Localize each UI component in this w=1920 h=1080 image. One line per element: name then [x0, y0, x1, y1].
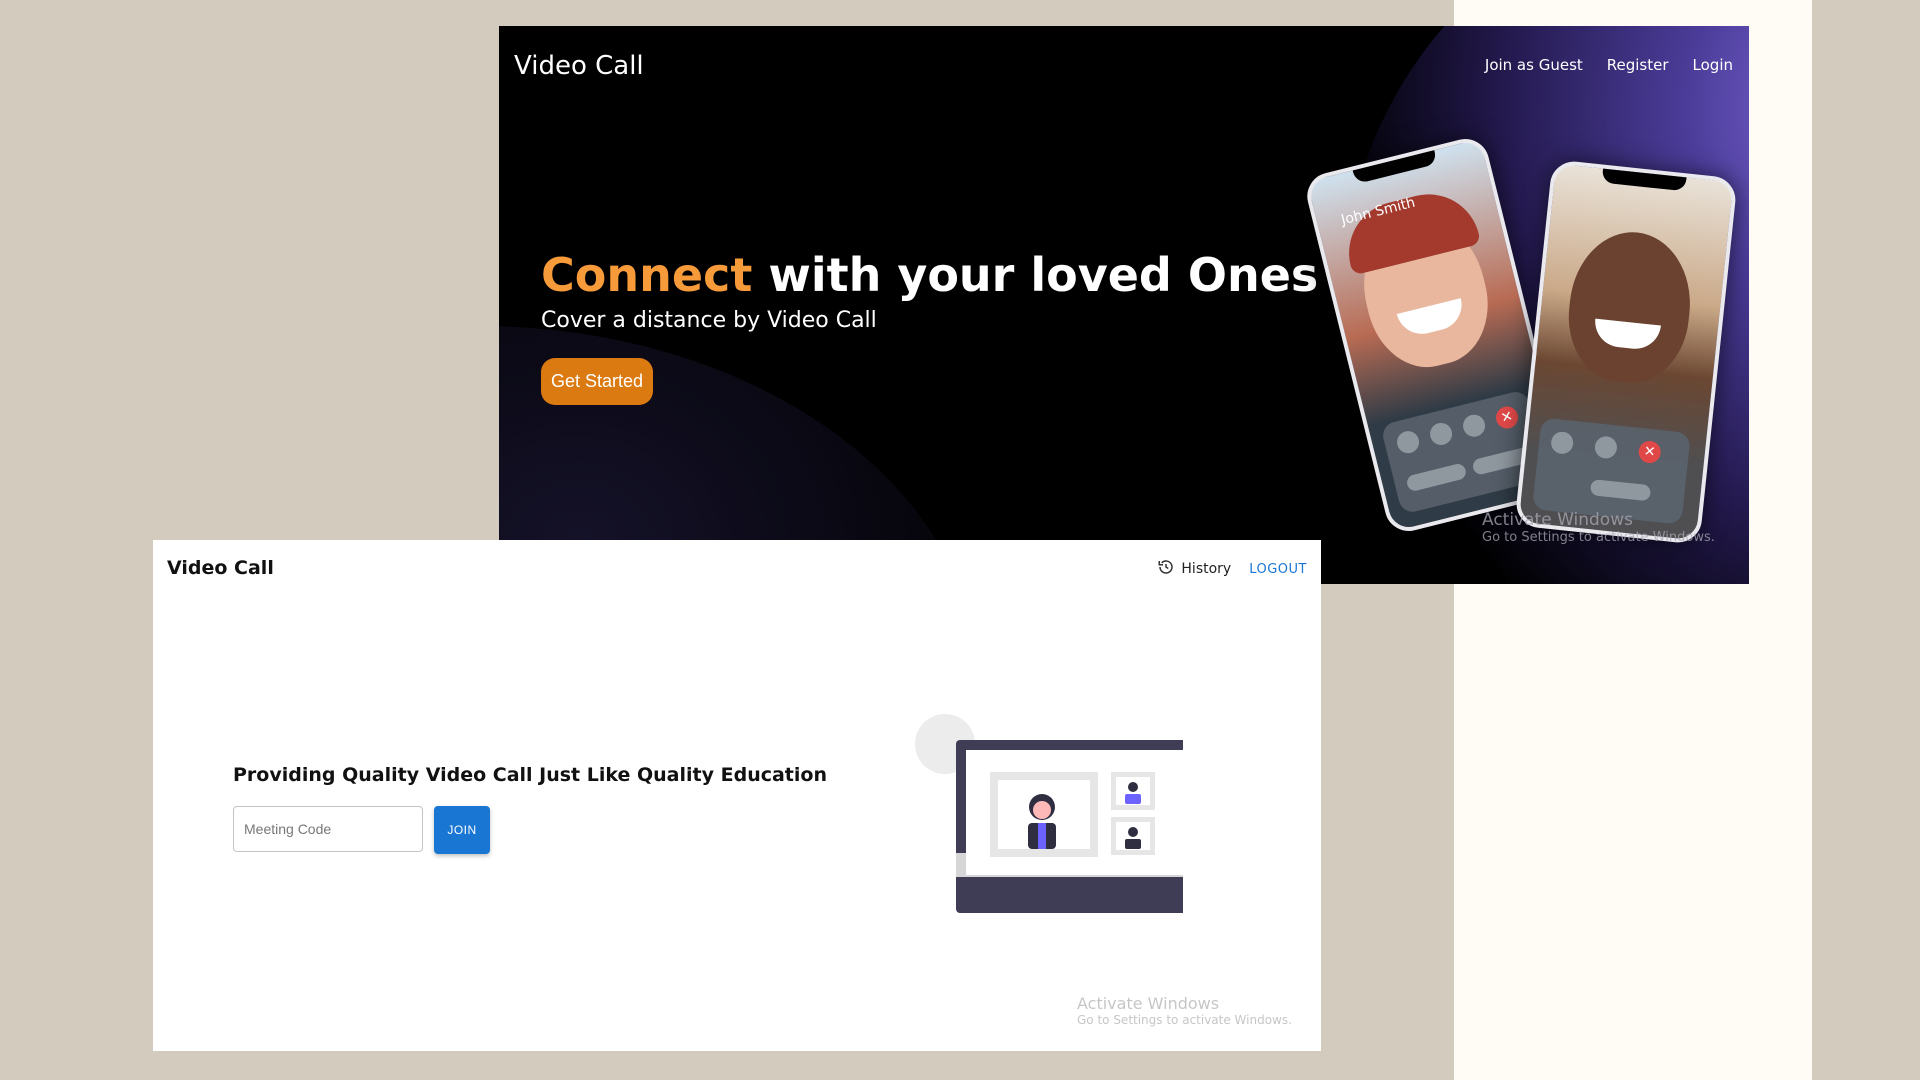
speaker-pill-2: [1589, 479, 1652, 502]
dashboard-heading: Providing Quality Video Call Just Like Q…: [233, 764, 827, 786]
history-clock-icon: [1157, 558, 1175, 580]
effects-icon: [1394, 428, 1422, 456]
meeting-code-input[interactable]: [233, 806, 423, 852]
activate-windows-watermark: Activate Windows Go to Settings to activ…: [1482, 510, 1715, 545]
history-label: History: [1181, 561, 1232, 577]
end-call-icon: ✕: [1493, 404, 1521, 431]
caller-face-2: [1562, 226, 1698, 389]
nav-register[interactable]: Register: [1607, 56, 1669, 74]
hero-title: Connect with your loved Ones: [541, 248, 1318, 302]
history-button[interactable]: History: [1157, 558, 1231, 580]
hero: Connect with your loved Ones Cover a dis…: [541, 248, 1318, 405]
logout-button[interactable]: LOGOUT: [1249, 562, 1307, 577]
landing-brand: Video Call: [514, 51, 644, 81]
call-controls-2: ✕: [1532, 417, 1691, 525]
dashboard-page: Video Call History LOGOUT Providing Qual…: [153, 540, 1321, 1051]
landing-page: Video Call Join as Guest Register Login …: [499, 26, 1749, 584]
join-button[interactable]: JOIN: [434, 806, 490, 854]
end-call-icon-2: ✕: [1637, 439, 1662, 465]
mute-icon: [1427, 420, 1455, 448]
phone-image-back: ✕: [1514, 159, 1738, 545]
nav-login[interactable]: Login: [1693, 56, 1733, 74]
activate-windows-watermark-dashboard: Activate Windows Go to Settings to activ…: [1077, 994, 1292, 1027]
camera-off-pill: [1405, 462, 1468, 493]
get-started-button[interactable]: Get Started: [541, 358, 654, 405]
hero-title-rest: with your loved Ones: [768, 248, 1319, 302]
nav-join-as-guest[interactable]: Join as Guest: [1485, 56, 1583, 74]
dashboard-brand: Video Call: [167, 557, 274, 579]
landing-nav: Join as Guest Register Login: [1485, 56, 1733, 74]
hero-subtitle: Cover a distance by Video Call: [541, 308, 877, 333]
video-call-illustration: [915, 714, 1183, 913]
flip-icon: [1460, 412, 1488, 440]
flip-icon-2: [1593, 435, 1619, 460]
dashboard-nav: History LOGOUT: [1157, 558, 1307, 580]
hero-title-accent: Connect: [541, 248, 753, 302]
mute-icon-2: [1550, 430, 1575, 455]
